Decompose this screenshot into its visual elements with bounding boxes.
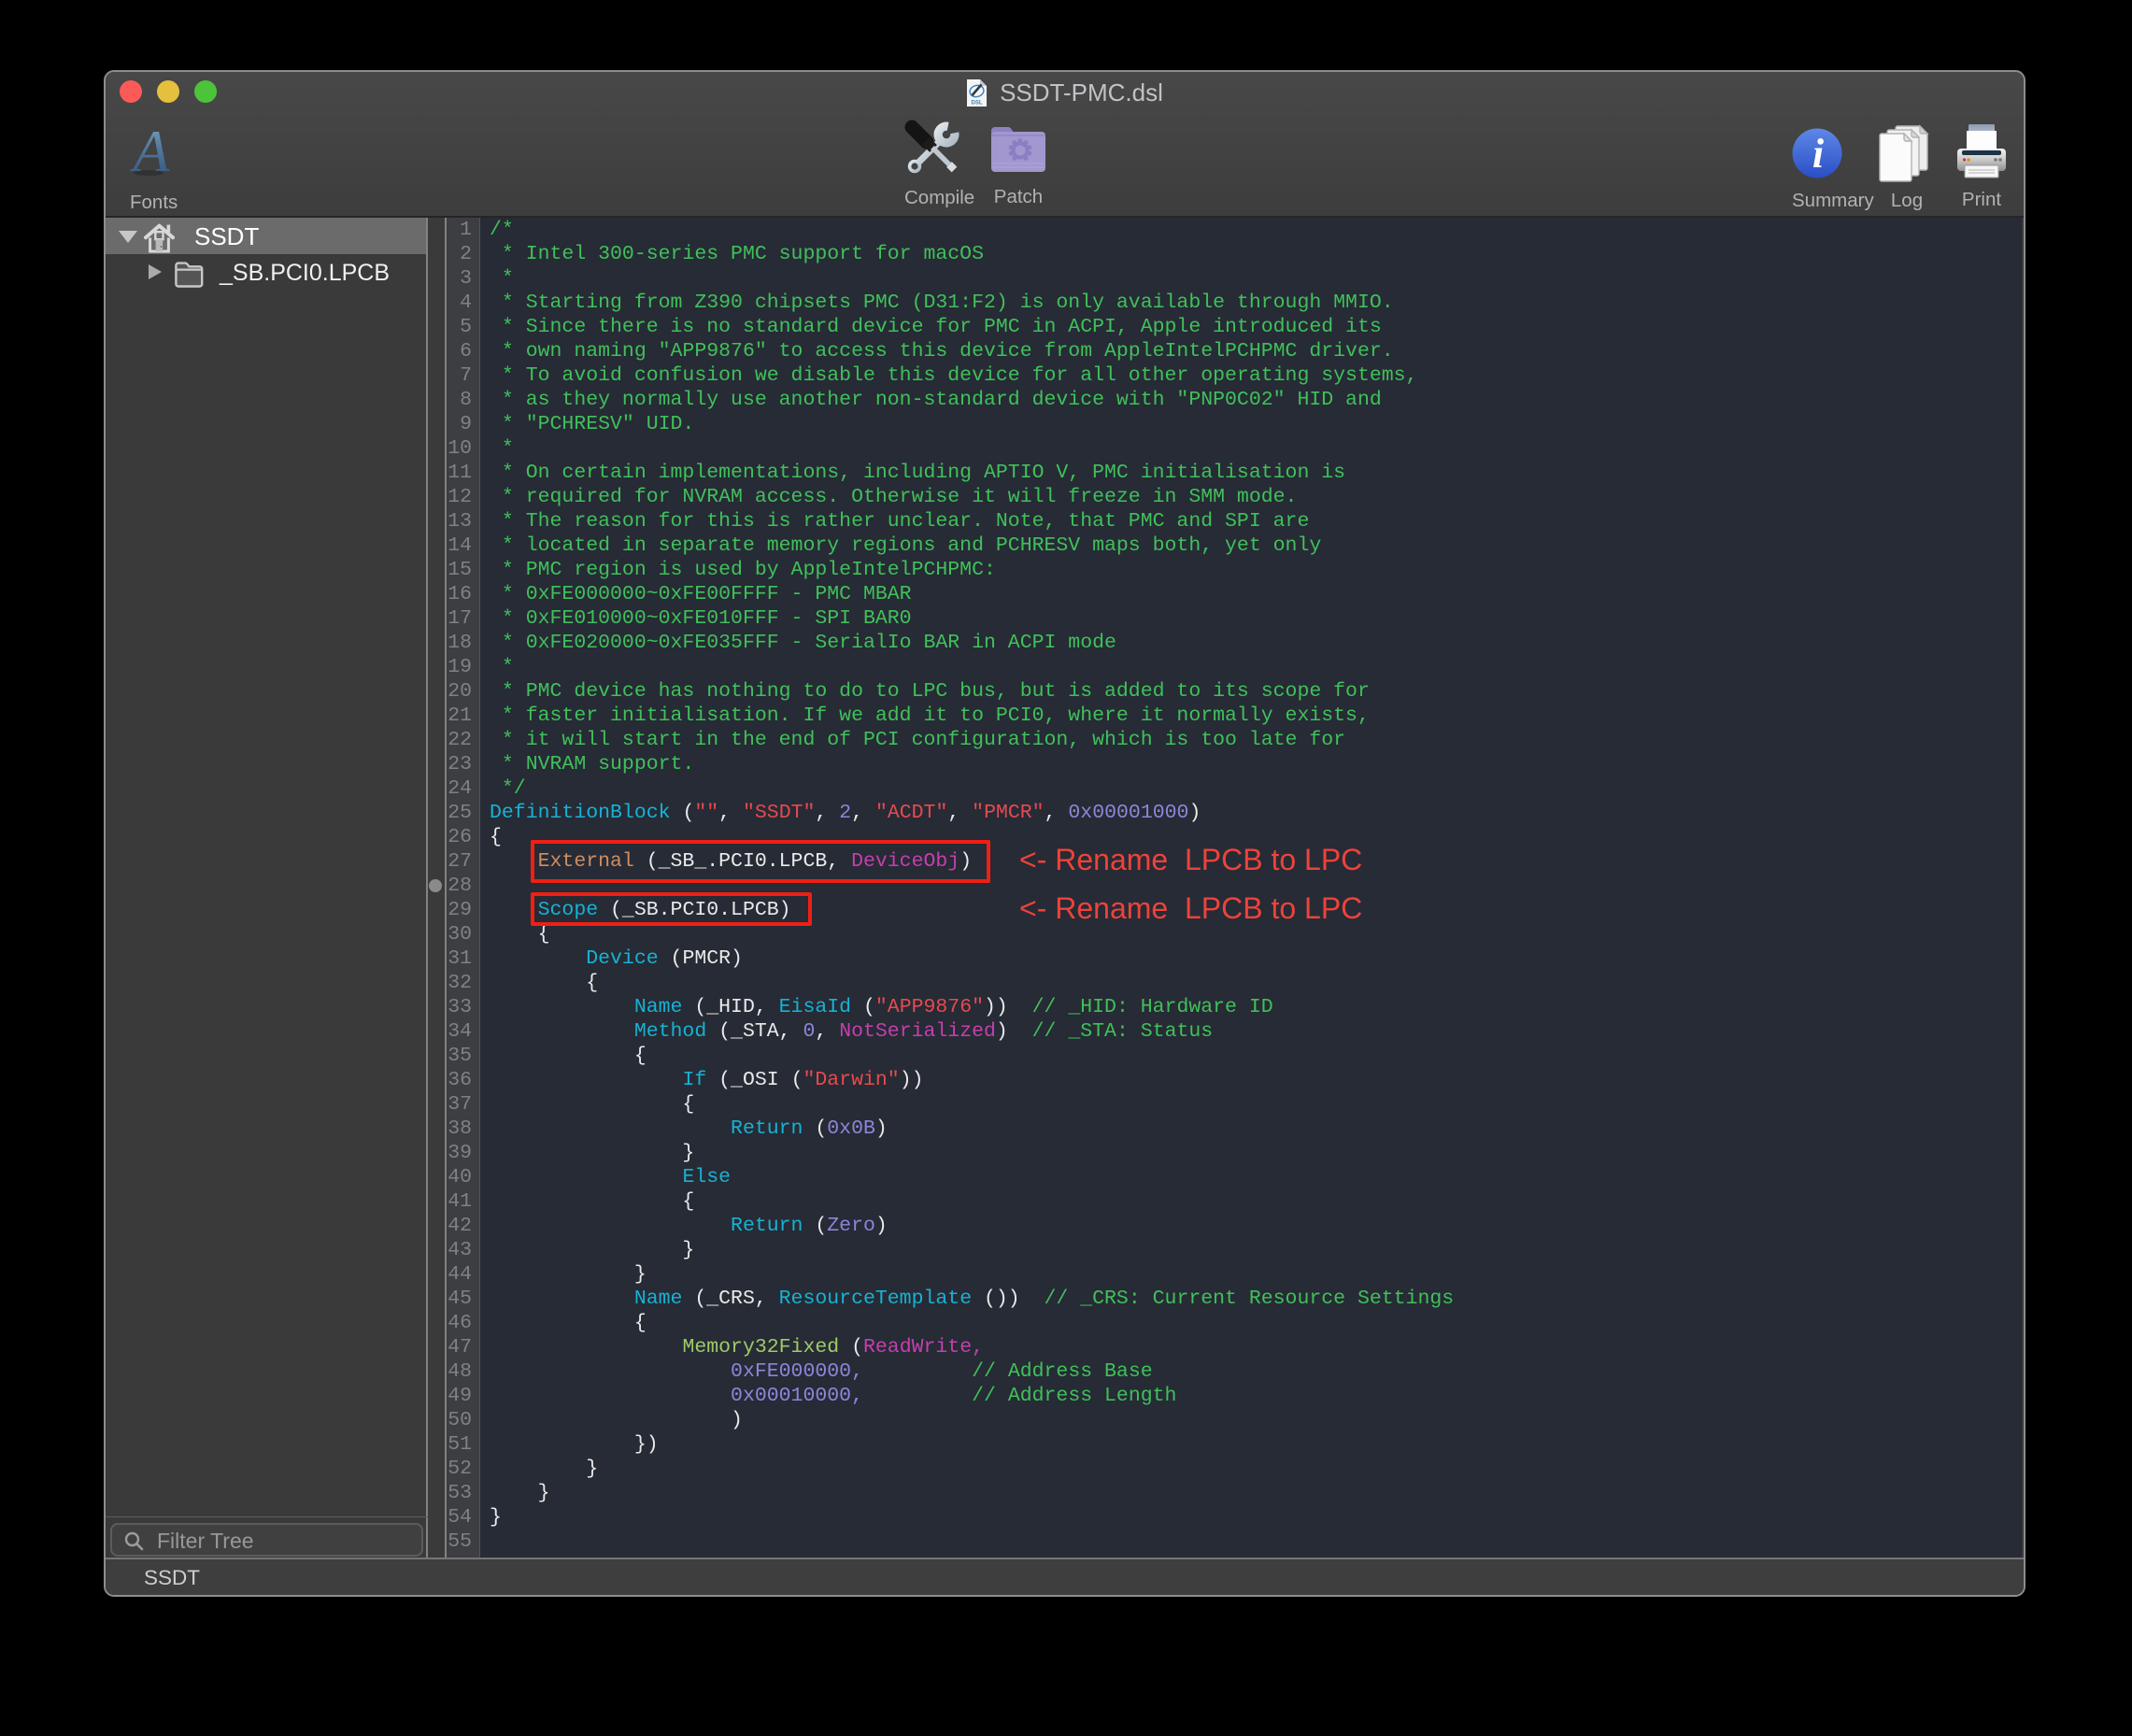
svg-text:i: i [1812, 131, 1825, 177]
svg-text:DSL: DSL [972, 100, 983, 106]
svg-text:A: A [129, 118, 170, 184]
